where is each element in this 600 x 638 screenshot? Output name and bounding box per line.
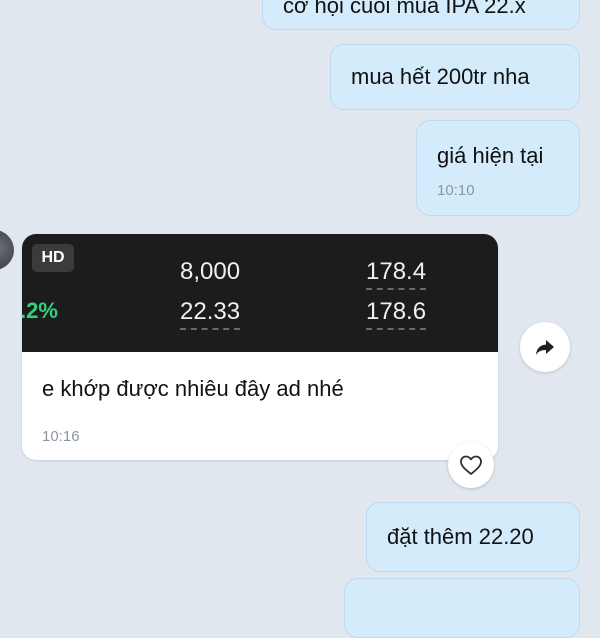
hd-badge: HD [32, 244, 74, 272]
message-text: đặt thêm 22.20 [387, 524, 534, 549]
react-button[interactable] [448, 442, 494, 488]
outgoing-message[interactable]: giá hiện tại 10:10 [416, 120, 580, 216]
heart-outline-icon [460, 455, 482, 475]
outgoing-message[interactable]: mua hết 200tr nha [330, 44, 580, 110]
outgoing-message[interactable]: đặt thêm 22.20 [366, 502, 580, 572]
quote-value: 178.6 [366, 298, 427, 330]
quote-value: 8,000 [180, 258, 241, 285]
share-button[interactable] [520, 322, 570, 372]
outgoing-message[interactable] [344, 578, 580, 638]
percent-change: .2% [22, 298, 58, 323]
message-time: 10:16 [42, 428, 80, 445]
incoming-message[interactable]: HD .2% 8,000 22.33 178.4 178.6 e khớp đư… [22, 234, 498, 460]
outgoing-message[interactable]: cơ hội cuối mua IPA 22.x [262, 0, 580, 30]
message-text: mua hết 200tr nha [351, 64, 530, 89]
quote-value: 178.4 [366, 258, 427, 290]
message-text: e khớp được nhiêu đây ad nhé [42, 376, 344, 401]
message-text: giá hiện tại [437, 143, 544, 168]
message-text: cơ hội cuối mua IPA 22.x [283, 0, 526, 18]
quote-value: 22.33 [180, 298, 241, 330]
avatar[interactable] [0, 230, 14, 270]
share-arrow-icon [536, 340, 554, 355]
message-time: 10:10 [437, 182, 475, 199]
attached-image[interactable]: HD .2% 8,000 22.33 178.4 178.6 [22, 234, 498, 352]
